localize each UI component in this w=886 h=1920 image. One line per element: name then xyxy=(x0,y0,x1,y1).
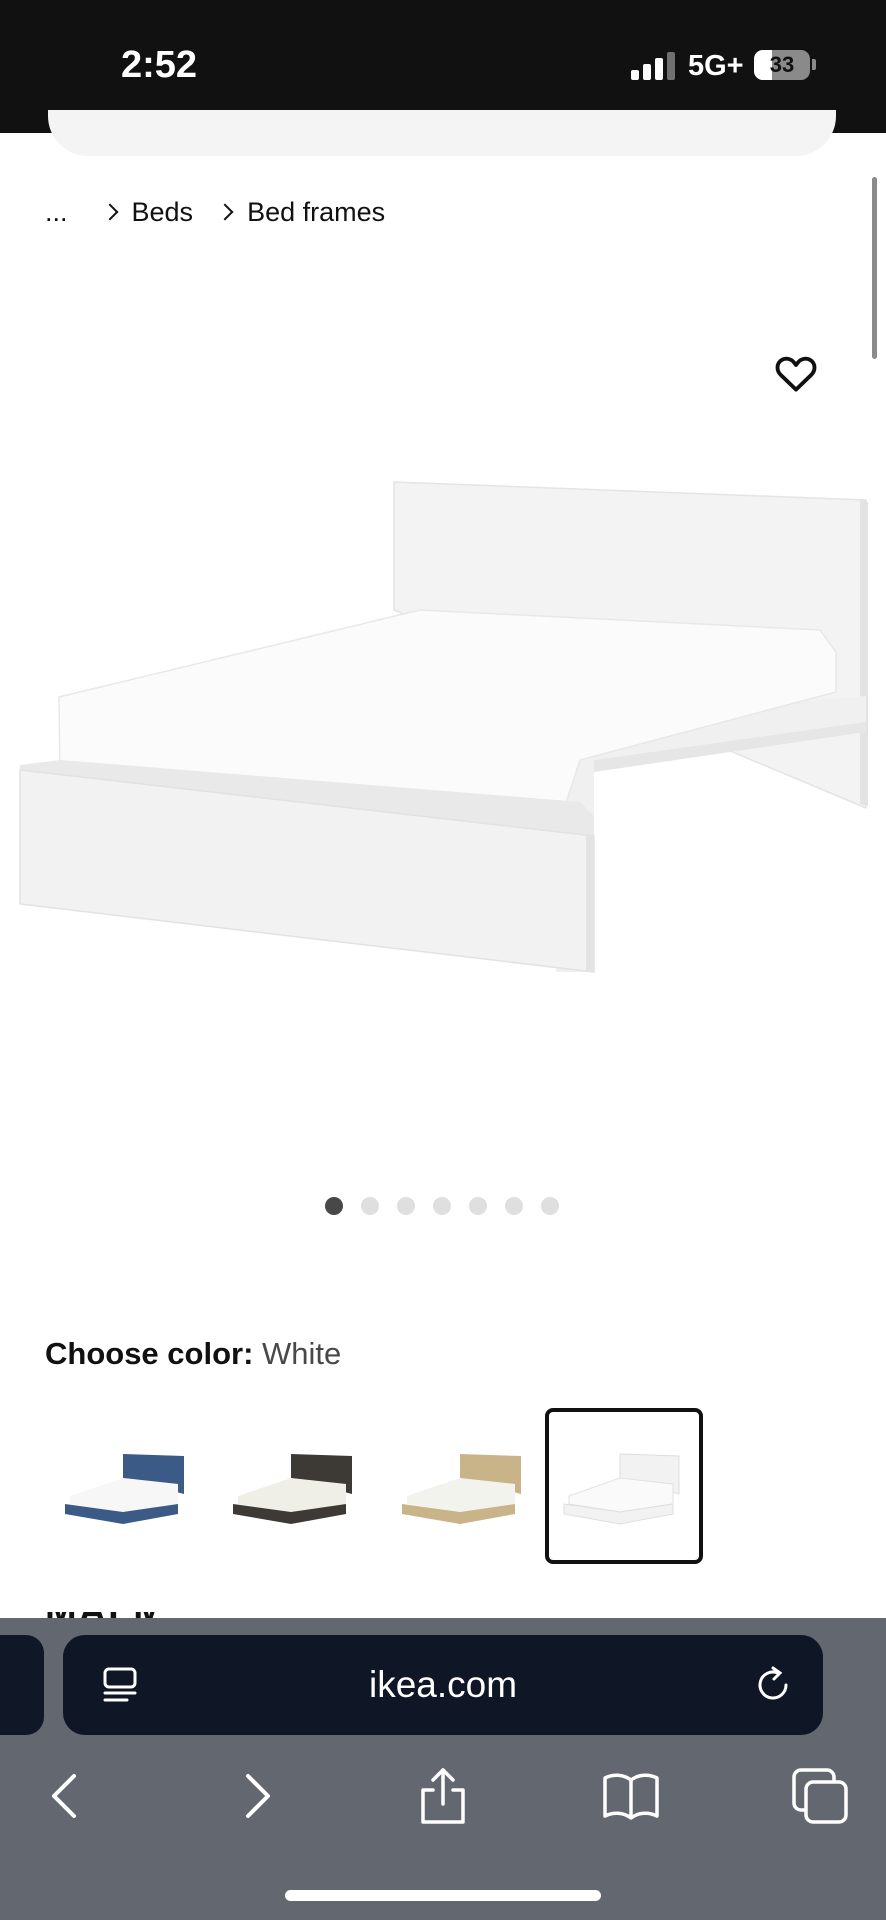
address-bar[interactable]: ikea.com xyxy=(63,1635,823,1735)
browser-toolbar: ikea.com xyxy=(0,1618,886,1920)
gallery-dot[interactable] xyxy=(397,1197,415,1215)
forward-icon[interactable] xyxy=(226,1766,286,1826)
breadcrumb: ... Beds Bed frames xyxy=(45,192,405,232)
color-label-title: Choose color: xyxy=(45,1336,254,1371)
share-icon[interactable] xyxy=(413,1766,473,1826)
home-indicator[interactable] xyxy=(285,1890,601,1901)
color-swatch-oak-veneer[interactable] xyxy=(385,1408,543,1564)
battery-tip xyxy=(812,59,816,70)
network-type: 5G+ xyxy=(688,50,744,82)
scrollbar[interactable] xyxy=(872,177,877,359)
bed-frame-image[interactable] xyxy=(0,460,886,1050)
color-swatch-dark-blue[interactable] xyxy=(48,1408,206,1564)
chevron-right-icon xyxy=(101,203,119,221)
breadcrumb-ellipsis[interactable]: ... xyxy=(45,197,68,228)
url-text[interactable]: ikea.com xyxy=(63,1635,823,1735)
gallery-pagination[interactable] xyxy=(325,1197,577,1215)
reload-icon[interactable] xyxy=(753,1665,793,1710)
battery-icon: 33 xyxy=(754,50,810,80)
signal-icon xyxy=(631,52,675,80)
heart-icon[interactable] xyxy=(774,352,818,396)
color-swatch-white[interactable] xyxy=(545,1408,703,1564)
battery-level: 33 xyxy=(769,52,795,77)
back-icon[interactable] xyxy=(36,1766,96,1826)
gallery-dot[interactable] xyxy=(541,1197,559,1215)
status-time: 2:52 xyxy=(121,44,198,86)
gallery-dot[interactable] xyxy=(433,1197,451,1215)
gallery-dot[interactable] xyxy=(469,1197,487,1215)
tabs-icon[interactable] xyxy=(790,1766,850,1826)
color-selected-value: White xyxy=(262,1336,342,1371)
previous-tab-peek[interactable] xyxy=(0,1635,44,1735)
color-label: Choose color: White xyxy=(45,1336,341,1372)
breadcrumb-bed-frames[interactable]: Bed frames xyxy=(247,197,385,228)
chevron-right-icon xyxy=(216,203,234,221)
color-swatch-black-brown[interactable] xyxy=(216,1408,374,1564)
gallery-dot[interactable] xyxy=(361,1197,379,1215)
gallery-dot[interactable] xyxy=(325,1197,343,1215)
gallery-dot[interactable] xyxy=(505,1197,523,1215)
bookmarks-icon[interactable] xyxy=(601,1766,661,1826)
breadcrumb-beds[interactable]: Beds xyxy=(132,197,194,228)
search-bar-remnant[interactable] xyxy=(48,110,836,156)
